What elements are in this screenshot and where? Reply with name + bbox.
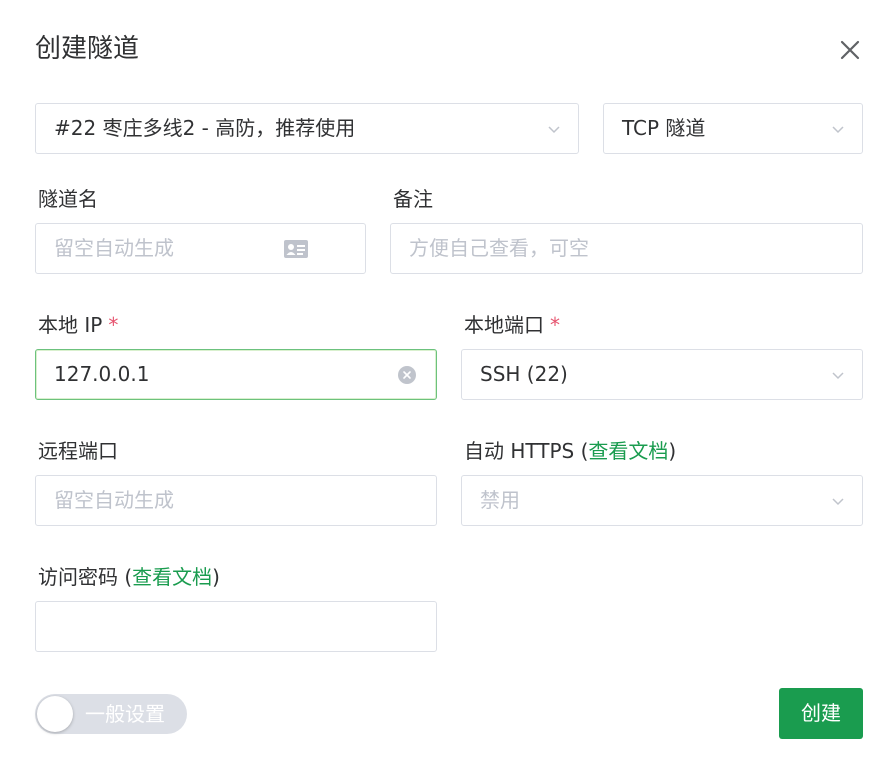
create-tunnel-dialog: 创建隧道 #22 枣庄多线2 - 高防，推荐使用 TCP 隧道 隧道名 备注 留… (0, 0, 896, 757)
local-port-label-text: 本地端口 (464, 313, 544, 337)
remark-placeholder: 方便自己查看，可空 (409, 236, 589, 260)
tunnel-name-placeholder: 留空自动生成 (54, 236, 174, 260)
chevron-down-icon (830, 367, 846, 383)
general-settings-label: 一般设置 (85, 702, 165, 726)
access-password-label-prefix: 访问密码 ( (38, 565, 133, 589)
tunnel-name-label: 隧道名 (38, 187, 98, 211)
create-button[interactable]: 创建 (779, 688, 863, 739)
local-port-select[interactable]: SSH (22) (461, 349, 863, 400)
access-password-docs-link[interactable]: 查看文档 (132, 565, 212, 589)
auto-https-select[interactable]: 禁用 (461, 475, 863, 526)
remote-port-label: 远程端口 (38, 439, 118, 463)
required-mark: * (108, 313, 119, 337)
node-select[interactable]: #22 枣庄多线2 - 高防，推荐使用 (35, 103, 579, 154)
auto-https-value: 禁用 (480, 488, 520, 512)
close-icon[interactable] (836, 36, 864, 64)
general-settings-toggle[interactable]: 一般设置 (35, 694, 187, 734)
clear-icon[interactable] (398, 366, 416, 384)
tunnel-type-value: TCP 隧道 (622, 116, 706, 140)
remark-input[interactable]: 方便自己查看，可空 (390, 223, 863, 274)
chevron-down-icon (830, 493, 846, 509)
node-select-value: #22 枣庄多线2 - 高防，推荐使用 (54, 116, 356, 140)
auto-https-label-prefix: 自动 HTTPS ( (464, 439, 589, 463)
remark-label: 备注 (393, 187, 433, 211)
id-card-icon[interactable] (283, 238, 309, 260)
local-ip-input[interactable]: 127.0.0.1 (35, 349, 437, 400)
chevron-down-icon (546, 121, 562, 137)
local-ip-label-text: 本地 IP (38, 313, 103, 337)
auto-https-label-suffix: ) (668, 439, 677, 463)
access-password-label: 访问密码 (查看文档) (38, 563, 220, 591)
tunnel-name-input[interactable]: 留空自动生成 (35, 223, 366, 274)
required-mark: * (550, 313, 560, 337)
access-password-label-suffix: ) (212, 565, 220, 589)
local-port-value: SSH (22) (480, 362, 568, 386)
chevron-down-icon (830, 121, 846, 137)
remote-port-placeholder: 留空自动生成 (54, 488, 174, 512)
access-password-input[interactable] (35, 601, 437, 652)
local-ip-label: 本地 IP * (38, 311, 118, 339)
remote-port-input[interactable]: 留空自动生成 (35, 475, 437, 526)
auto-https-docs-link[interactable]: 查看文档 (588, 439, 668, 463)
auto-https-label: 自动 HTTPS (查看文档) (464, 437, 676, 465)
toggle-knob (37, 696, 73, 732)
dialog-title: 创建隧道 (35, 34, 140, 64)
tunnel-type-select[interactable]: TCP 隧道 (603, 103, 863, 154)
local-port-label: 本地端口 * (464, 311, 560, 339)
local-ip-value: 127.0.0.1 (54, 362, 150, 386)
